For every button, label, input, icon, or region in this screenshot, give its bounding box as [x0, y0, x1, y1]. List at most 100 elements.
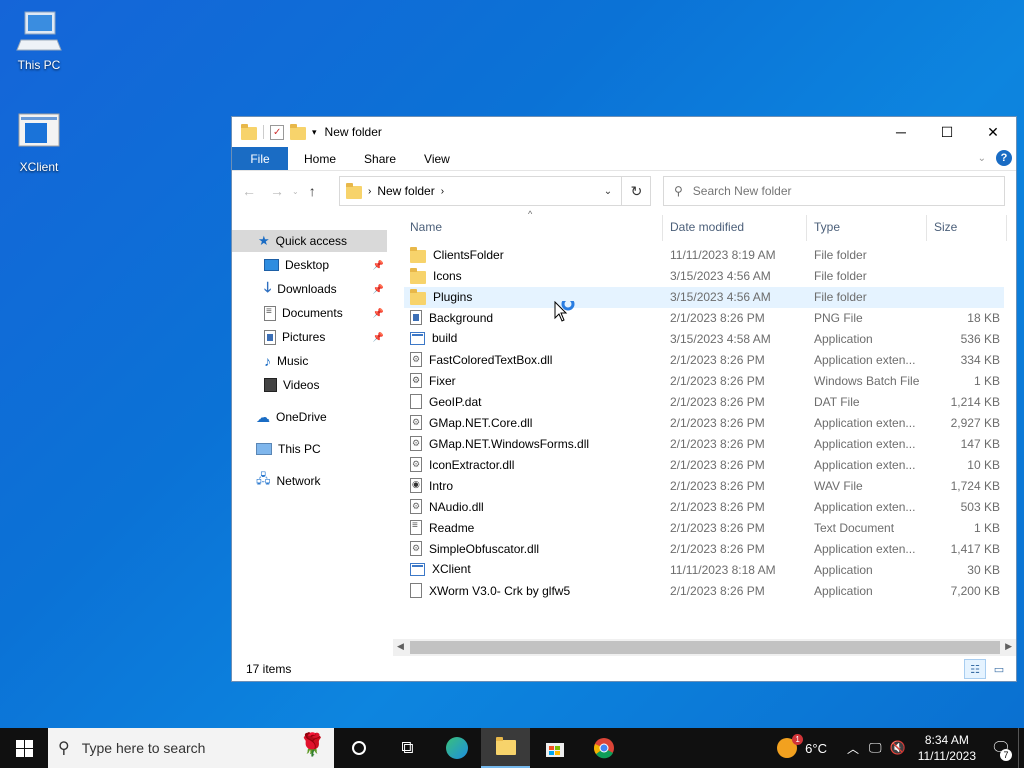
column-header-name[interactable]: Name: [410, 211, 660, 243]
pin-icon[interactable]: 📌: [373, 332, 384, 343]
store-icon[interactable]: [530, 728, 579, 768]
cortana-button[interactable]: [334, 728, 383, 768]
customize-quick-access-icon[interactable]: ▾: [312, 127, 317, 138]
chrome-icon[interactable]: [579, 728, 628, 768]
close-button[interactable]: ✕: [970, 117, 1016, 147]
column-header-type[interactable]: Type: [814, 211, 924, 243]
forward-button[interactable]: →: [270, 183, 284, 199]
file-row[interactable]: XClient 11/11/2023 8:18 AM Application 30 K…: [404, 560, 1004, 581]
network-icon: 🖧: [256, 471, 271, 486]
file-date: 11/11/2023 8:19 AM: [670, 248, 776, 262]
file-row[interactable]: SimpleObfuscator.dll 2/1/2023 8:26 PM Appl…: [404, 539, 1004, 560]
nav-item-desktop[interactable]: Desktop 📌: [264, 254, 384, 276]
maximize-button[interactable]: ☐: [924, 117, 970, 147]
nav-item-documents[interactable]: Documents 📌: [264, 302, 384, 324]
file-row[interactable]: Plugins 3/15/2023 4:56 AM File folder: [404, 287, 1004, 308]
back-button[interactable]: ←: [242, 183, 256, 199]
file-row[interactable]: FastColoredTextBox.dll 2/1/2023 8:26 PM Ap…: [404, 350, 1004, 371]
help-icon[interactable]: ?: [996, 150, 1012, 166]
file-row[interactable]: GeoIP.dat 2/1/2023 8:26 PM DAT File 1,214 K…: [404, 392, 1004, 413]
up-button[interactable]: ↑: [309, 183, 316, 199]
horizontal-scrollbar[interactable]: ◀ ▶: [393, 639, 1016, 656]
pin-icon[interactable]: 📌: [373, 260, 384, 271]
tab-file[interactable]: File: [232, 147, 288, 170]
scroll-right-icon[interactable]: ▶: [1005, 641, 1012, 652]
file-row[interactable]: NAudio.dll 2/1/2023 8:26 PM Application ex…: [404, 497, 1004, 518]
file-date: 2/1/2023 8:26 PM: [670, 416, 765, 430]
nav-this-pc[interactable]: This PC: [256, 438, 386, 460]
minimize-button[interactable]: ─: [878, 117, 924, 147]
file-name: build: [432, 331, 458, 345]
file-row[interactable]: Fixer 2/1/2023 8:26 PM Windows Batch File 1…: [404, 371, 1004, 392]
tab-view[interactable]: View: [410, 147, 464, 170]
column-header-size[interactable]: Size: [934, 211, 1004, 243]
column-divider[interactable]: [1006, 215, 1007, 241]
nav-item-downloads[interactable]: 🡓 Downloads 📌: [264, 278, 384, 300]
search-icon: ⚲: [674, 184, 683, 198]
column-header-date[interactable]: Date modified: [670, 211, 806, 243]
file-row[interactable]: Background 2/1/2023 8:26 PM PNG File 18 KB: [404, 308, 1004, 329]
file-size: 2,927 KB: [950, 416, 1000, 430]
edge-icon[interactable]: [432, 728, 481, 768]
recent-locations-icon[interactable]: ⌄: [292, 187, 299, 196]
pin-icon[interactable]: 📌: [373, 308, 384, 319]
search-input[interactable]: [692, 184, 973, 198]
nav-network[interactable]: 🖧 Network: [256, 470, 386, 492]
file-row[interactable]: ClientsFolder 11/11/2023 8:19 AM File fold…: [404, 245, 1004, 266]
file-explorer-icon[interactable]: [481, 728, 530, 768]
large-icons-view-button[interactable]: ▭: [988, 659, 1010, 679]
desktop-icon-xclient[interactable]: XClient: [1, 112, 77, 174]
weather-widget[interactable]: 1 6°C: [763, 734, 841, 758]
downloads-icon: 🡓: [264, 279, 272, 295]
chevron-right-icon[interactable]: ›: [368, 186, 371, 197]
nav-onedrive[interactable]: ☁ OneDrive: [256, 406, 386, 428]
desktop-icon-this-pc[interactable]: This PC: [1, 10, 77, 72]
file-row[interactable]: IconExtractor.dll 2/1/2023 8:26 PM Applica…: [404, 455, 1004, 476]
address-dropdown-icon[interactable]: ⌄: [596, 186, 620, 197]
notification-center-button[interactable]: 🗨 7: [984, 728, 1018, 768]
task-view-button[interactable]: ⧉: [383, 728, 432, 768]
file-row[interactable]: XWorm V3.0- Crk by glfw5 2/1/2023 8:26 PM…: [404, 581, 1004, 602]
taskbar: ⚲ Type here to search 🌹 ⧉ 1 6°C ︿ 🖵 🔇 8:…: [0, 728, 1024, 768]
clock[interactable]: 8:34 AM 11/11/2023: [910, 732, 984, 764]
file-name-cell: Intro: [410, 478, 453, 493]
ribbon-tabs: File Home Share View ⌄ ?: [232, 147, 1016, 171]
taskbar-search-box[interactable]: ⚲ Type here to search 🌹: [48, 728, 334, 768]
search-box[interactable]: ⚲: [663, 176, 1005, 206]
expand-ribbon-icon[interactable]: ⌄: [978, 153, 986, 164]
file-row[interactable]: Intro 2/1/2023 8:26 PM WAV File 1,724 KB: [404, 476, 1004, 497]
details-view-button[interactable]: ☷: [964, 659, 986, 679]
refresh-button[interactable]: ↻: [621, 176, 651, 206]
address-bar[interactable]: › New folder › ⌄: [339, 176, 651, 206]
file-row[interactable]: build 3/15/2023 4:58 AM Application 536 KB: [404, 329, 1004, 350]
tab-share[interactable]: Share: [350, 147, 410, 170]
column-divider[interactable]: [662, 215, 663, 241]
title-bar[interactable]: ✓ ▾ New folder ─ ☐ ✕: [232, 117, 1016, 147]
show-desktop-button[interactable]: [1018, 728, 1024, 768]
breadcrumb-item[interactable]: New folder: [377, 184, 434, 198]
file-row[interactable]: Readme 2/1/2023 8:26 PM Text Document 1 KB: [404, 518, 1004, 539]
scroll-left-icon[interactable]: ◀: [397, 641, 404, 652]
nav-item-videos[interactable]: Videos: [264, 374, 384, 396]
file-name: SimpleObfuscator.dll: [429, 541, 540, 556]
start-button[interactable]: [0, 728, 48, 768]
chevron-right-icon[interactable]: ›: [441, 186, 444, 197]
new-folder-icon[interactable]: [290, 124, 306, 140]
properties-icon[interactable]: ✓: [270, 124, 284, 140]
tab-home[interactable]: Home: [288, 147, 350, 170]
scrollbar-thumb[interactable]: [410, 641, 1000, 654]
show-hidden-icons-chevron-icon[interactable]: ︿: [841, 740, 865, 757]
nav-item-music[interactable]: ♪ Music: [264, 350, 384, 372]
volume-muted-icon[interactable]: 🔇: [886, 740, 910, 756]
file-row[interactable]: Icons 3/15/2023 4:56 AM File folder: [404, 266, 1004, 287]
column-divider[interactable]: [806, 215, 807, 241]
nav-quick-access[interactable]: ★ Quick access: [232, 230, 387, 252]
pin-icon[interactable]: 📌: [373, 284, 384, 295]
nav-item-pictures[interactable]: Pictures 📌: [264, 326, 384, 348]
file-row[interactable]: GMap.NET.WindowsForms.dll 2/1/2023 8:26 P…: [404, 434, 1004, 455]
network-status-icon[interactable]: 🖵: [865, 740, 886, 756]
file-name: Plugins: [433, 290, 473, 304]
column-divider[interactable]: [926, 215, 927, 241]
file-name-cell: build: [410, 331, 457, 345]
file-row[interactable]: GMap.NET.Core.dll 2/1/2023 8:26 PM Applica…: [404, 413, 1004, 434]
